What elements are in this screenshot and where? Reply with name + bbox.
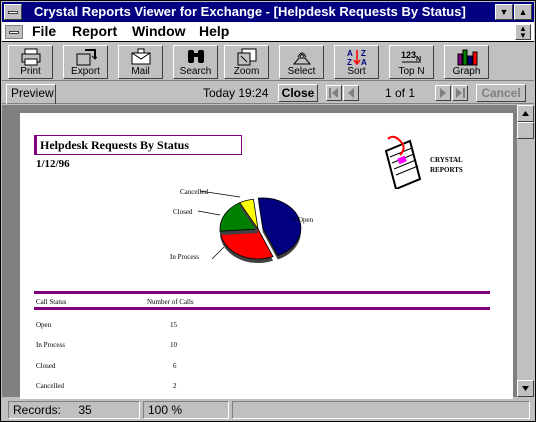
zoom-label: Zoom — [233, 66, 260, 77]
toolbar: Print Export Mail Search Zoom Select AZZ… — [2, 43, 534, 81]
arrow-down-icon — [522, 386, 529, 391]
next-page-icon — [440, 88, 446, 98]
records-count: 35 — [78, 403, 92, 417]
mail-label: Mail — [131, 66, 150, 77]
svg-text:A: A — [361, 58, 367, 66]
scroll-thumb[interactable] — [517, 122, 534, 139]
crystal-logo-icon — [384, 135, 422, 189]
last-page-button[interactable] — [452, 85, 468, 101]
export-label: Export — [71, 66, 100, 77]
menu-window[interactable]: Window — [132, 23, 186, 39]
document-system-menu-icon[interactable] — [5, 25, 23, 39]
export-icon — [76, 49, 97, 66]
svg-text:Z: Z — [347, 58, 352, 66]
table-row-count: 2 — [173, 382, 177, 390]
top-n-icon: 123 N — [401, 50, 421, 63]
svg-text:Z: Z — [361, 49, 366, 58]
select-label: Select — [287, 66, 316, 77]
tab-preview[interactable]: Preview — [6, 84, 56, 104]
menu-report[interactable]: Report — [72, 23, 117, 39]
svg-text:123: 123 — [401, 50, 416, 60]
report-title: Helpdesk Requests By Status — [34, 135, 242, 155]
page-indicator: 1 of 1 — [385, 86, 416, 100]
crystal-reports-logo: CRYSTAL REPORTS — [382, 133, 482, 193]
scroll-up-button[interactable] — [517, 105, 534, 122]
table-row-status: In Process — [36, 341, 65, 349]
table-row-status: Cancelled — [36, 382, 64, 390]
pie-label-closed: Closed — [173, 208, 193, 216]
column-header-status: Call Status — [36, 298, 67, 306]
report-page: Helpdesk Requests By Status 1/12/96 CRYS… — [20, 113, 513, 403]
sort-button[interactable]: AZZA Sort — [334, 45, 379, 79]
svg-text:A: A — [347, 49, 353, 58]
mail-icon — [131, 48, 150, 65]
title-bar[interactable]: Crystal Reports Viewer for Exchange - [H… — [2, 2, 534, 22]
previous-page-button[interactable] — [343, 85, 359, 101]
table-top-rule — [34, 291, 490, 294]
menu-bar: File Report Window Help ▲ ▼ — [2, 22, 534, 42]
status-bar: Records: 35 100 % — [2, 399, 534, 421]
pie-leader-line — [197, 210, 221, 216]
select-button[interactable]: Select — [279, 45, 324, 79]
first-page-button[interactable] — [326, 85, 342, 101]
pie-label-cancelled: Cancelled — [180, 188, 208, 196]
export-button[interactable]: Export — [63, 45, 108, 79]
zoom-panel: 100 % — [143, 401, 229, 419]
menu-help[interactable]: Help — [199, 23, 229, 39]
table-row-count: 15 — [170, 321, 177, 329]
table-row-status: Closed — [36, 362, 56, 370]
close-button[interactable]: Close — [278, 84, 318, 102]
report-date: 1/12/96 — [36, 158, 70, 170]
table-row-status: Open — [36, 321, 52, 329]
binoculars-icon — [187, 50, 204, 63]
table-row-count: 6 — [173, 362, 177, 370]
minimize-button[interactable]: ▼ — [495, 4, 513, 20]
print-button[interactable]: Print — [8, 45, 53, 79]
search-button[interactable]: Search — [173, 45, 218, 79]
navigation-bar: Preview Today 19:24 Close 1 of 1 Cancel — [2, 82, 534, 104]
graph-label: Graph — [452, 66, 481, 77]
cancel-button[interactable]: Cancel — [476, 84, 526, 102]
status-message-panel — [232, 401, 530, 419]
top-n-button[interactable]: 123 N Top N — [389, 45, 434, 79]
pie-label-in-process: In Process — [170, 253, 199, 261]
logo-text: CRYSTAL REPORTS — [430, 156, 463, 174]
table-row-count: 10 — [170, 341, 177, 349]
top-n-label: Top N — [398, 66, 425, 77]
menu-file[interactable]: File — [32, 23, 56, 39]
restore-button[interactable]: ▲ ▼ — [515, 24, 531, 40]
records-label: Records: — [13, 403, 62, 417]
arrow-up-icon — [522, 111, 529, 116]
zoom-button[interactable]: Zoom — [224, 45, 269, 79]
sort-icon: AZZA — [347, 49, 367, 66]
select-icon — [292, 52, 311, 65]
scroll-down-button[interactable] — [517, 380, 534, 397]
report-datetime: Today 19:24 — [203, 86, 269, 100]
print-label: Print — [20, 66, 41, 77]
first-page-icon — [329, 88, 338, 98]
last-page-icon — [456, 88, 465, 98]
sort-label: Sort — [347, 66, 366, 77]
table-header-rule — [34, 307, 490, 310]
zoom-icon — [237, 48, 256, 66]
pie-label-open: Open — [298, 216, 314, 224]
report-viewport: Helpdesk Requests By Status 1/12/96 CRYS… — [2, 105, 534, 403]
previous-page-icon — [348, 88, 354, 98]
mail-button[interactable]: Mail — [118, 45, 163, 79]
column-header-count: Number of Calls — [147, 298, 194, 306]
maximize-button[interactable]: ▲ — [514, 4, 532, 20]
printer-icon — [21, 48, 40, 66]
search-label: Search — [179, 66, 212, 77]
next-page-button[interactable] — [435, 85, 451, 101]
records-panel: Records: 35 — [8, 401, 140, 419]
vertical-scrollbar[interactable] — [517, 105, 534, 397]
system-menu-icon[interactable] — [4, 4, 22, 20]
graph-icon — [457, 49, 477, 66]
pie-leader-line — [211, 246, 225, 260]
app-window: Crystal Reports Viewer for Exchange - [H… — [0, 0, 536, 422]
status-pie-chart — [197, 190, 302, 263]
window-title: Crystal Reports Viewer for Exchange - [H… — [34, 4, 466, 19]
graph-button[interactable]: Graph — [444, 45, 489, 79]
